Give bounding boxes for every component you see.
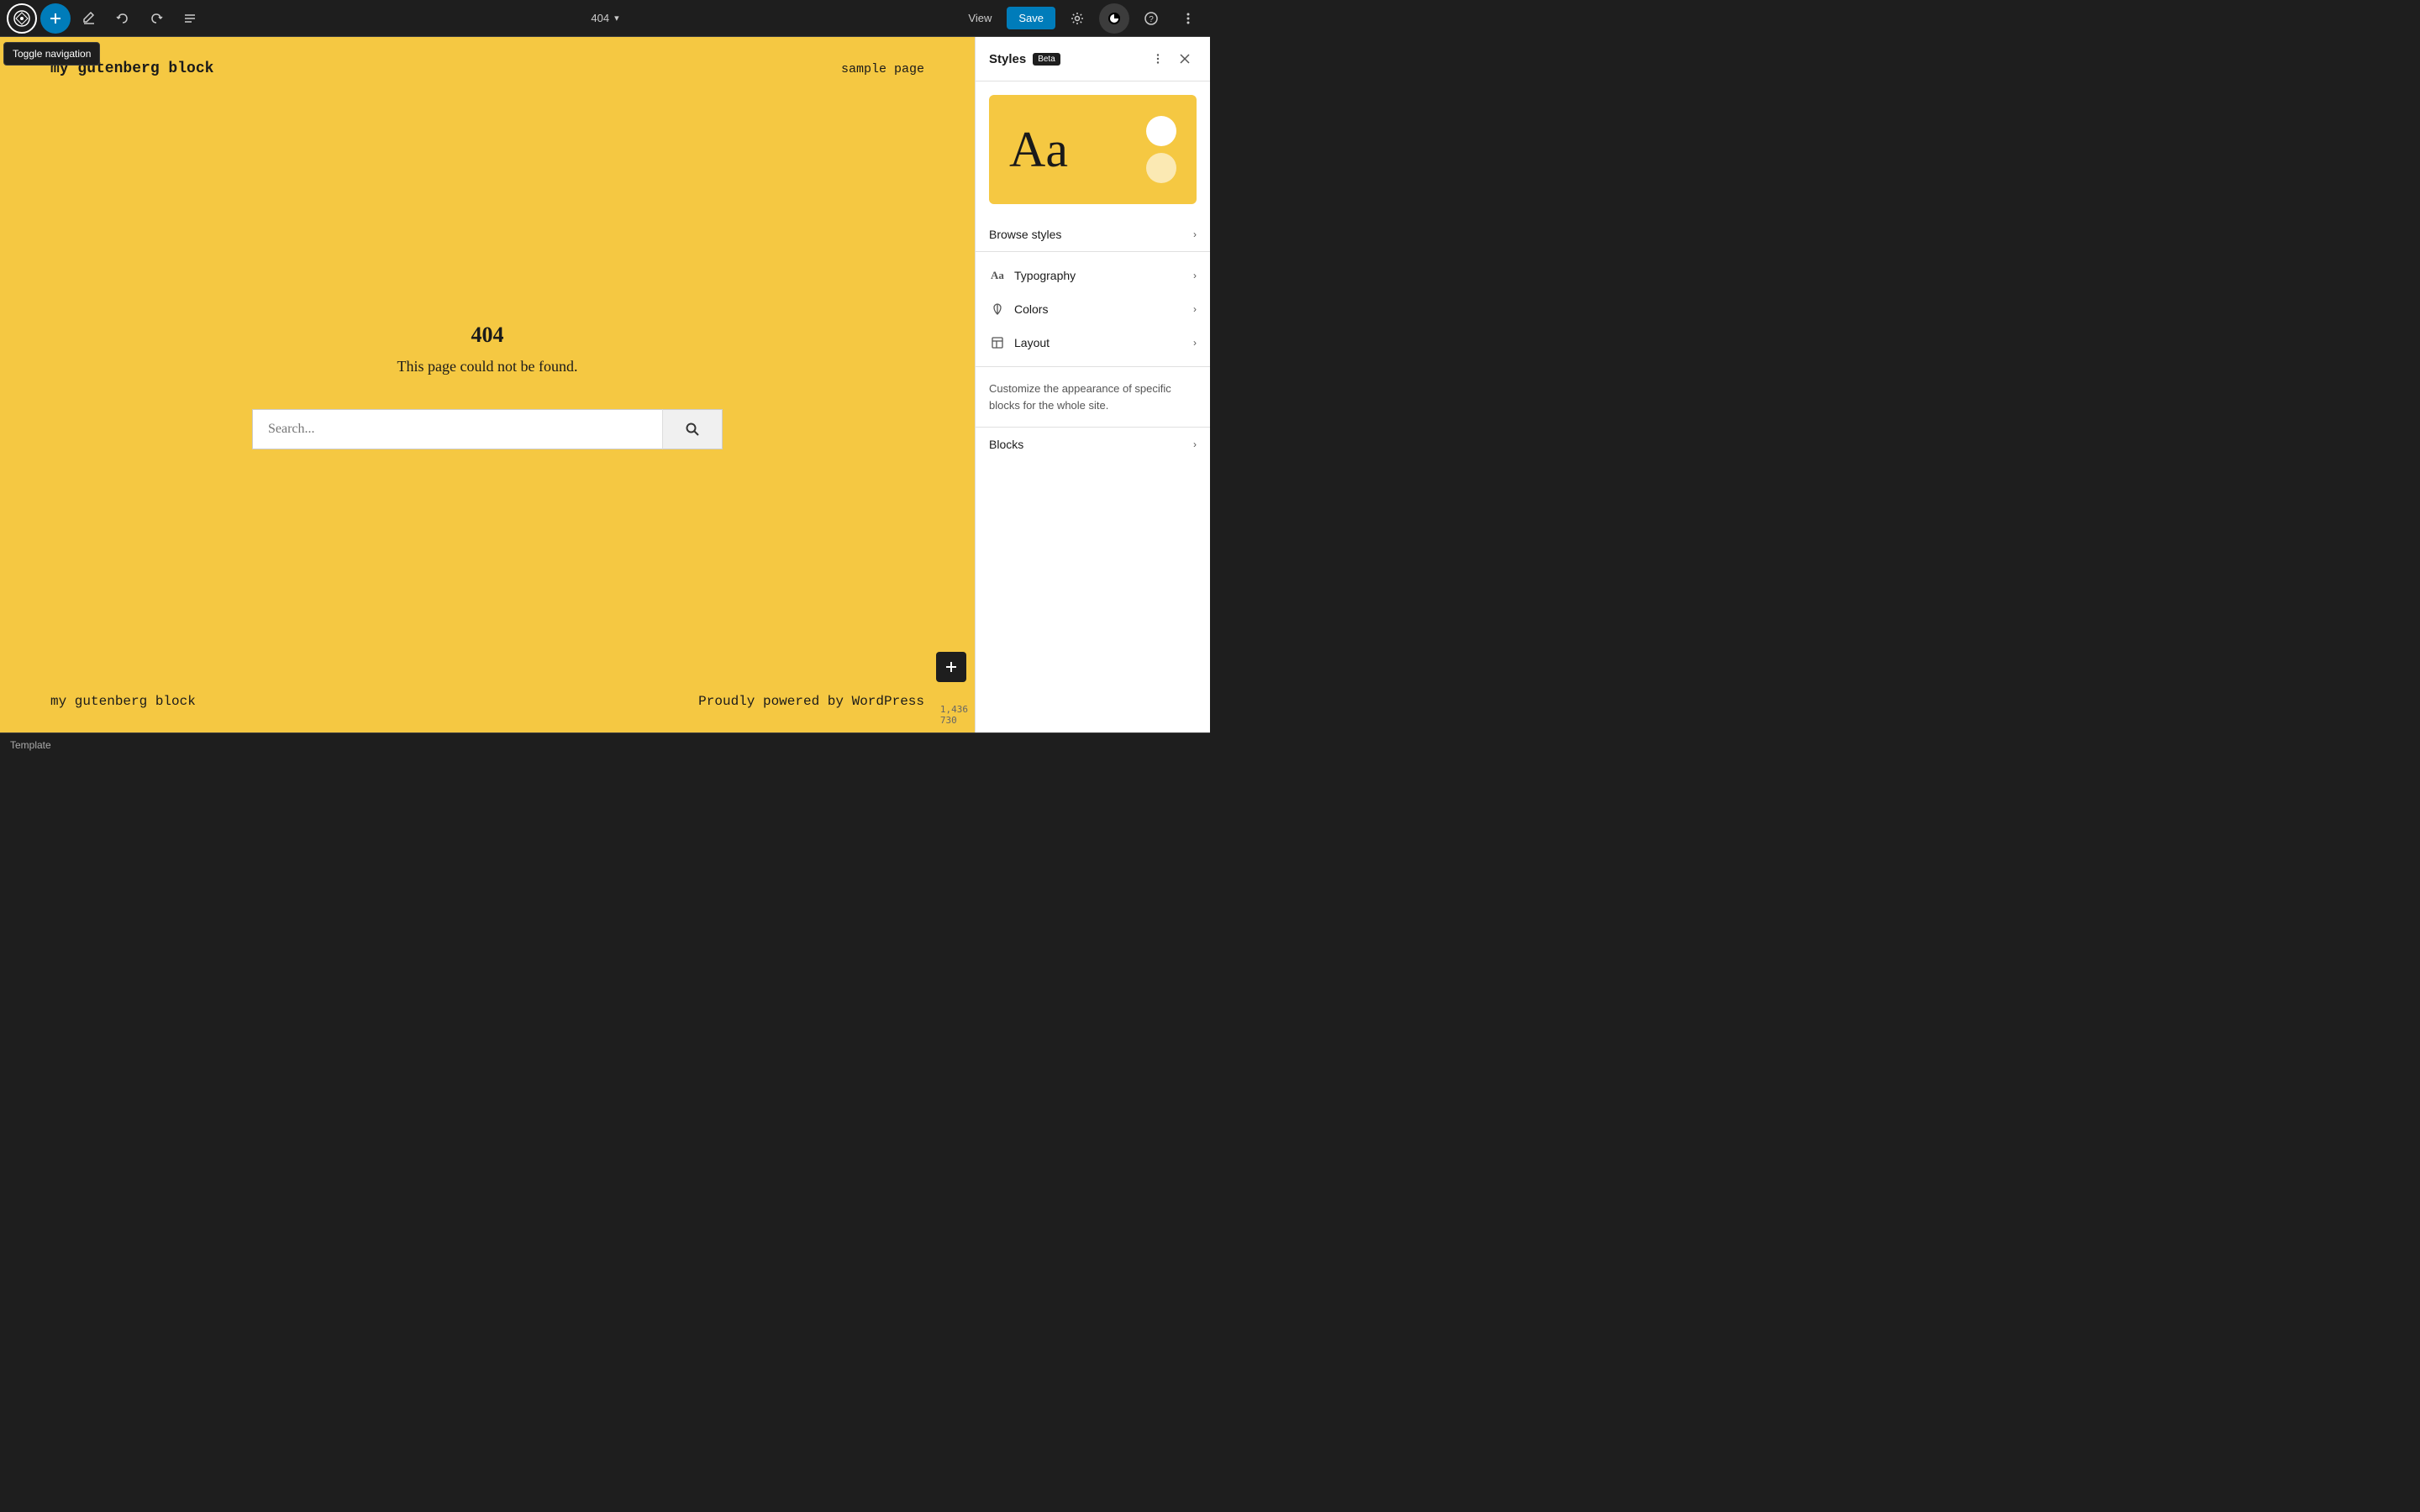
error-message: This page could not be found. xyxy=(397,358,578,375)
help-button[interactable]: ? xyxy=(1136,3,1166,34)
canvas-area: my gutenberg block sample page 404 This … xyxy=(0,37,975,732)
layout-label: Layout xyxy=(1014,336,1050,349)
error-code: 404 xyxy=(471,323,504,348)
svg-text:?: ? xyxy=(1149,15,1154,24)
toolbar-center: 404 ▾ xyxy=(582,7,627,29)
panel-header-right xyxy=(1146,47,1197,71)
toolbar: Toggle navigation 404 ▾ View Save xyxy=(0,0,1210,37)
status-template: Template xyxy=(10,739,51,751)
preview-circle-white xyxy=(1146,116,1176,146)
typography-chevron: › xyxy=(1193,270,1197,281)
edit-tool-button[interactable] xyxy=(74,3,104,34)
toolbar-right: View Save ? xyxy=(960,3,1203,34)
browse-styles-item[interactable]: Browse styles › xyxy=(976,218,1210,252)
search-area xyxy=(252,409,723,449)
toggle-navigation-tooltip: Toggle navigation xyxy=(3,42,100,66)
panel-more-button[interactable] xyxy=(1146,47,1170,71)
site-header: my gutenberg block sample page xyxy=(0,37,975,94)
wordpress-logo[interactable] xyxy=(7,3,37,34)
add-block-toolbar-button[interactable] xyxy=(40,3,71,34)
error-content: 404 This page could not be found. xyxy=(0,94,975,677)
nav-link[interactable]: sample page xyxy=(841,62,924,76)
typography-label: Typography xyxy=(1014,269,1076,282)
site-footer: my gutenberg block Proudly powered by Wo… xyxy=(0,677,975,732)
preview-circle-light xyxy=(1146,153,1176,183)
redo-button[interactable] xyxy=(141,3,171,34)
colors-nav-item[interactable]: Colors › xyxy=(976,292,1210,326)
add-block-canvas-button[interactable] xyxy=(936,652,966,682)
panel-title: Styles xyxy=(989,52,1026,66)
panel-nav: Aa Typography › Colors › xyxy=(976,252,1210,367)
style-preview: Aa xyxy=(989,95,1197,204)
browse-styles-label: Browse styles xyxy=(989,228,1061,241)
page-title-text: 404 xyxy=(591,12,609,24)
colors-label: Colors xyxy=(1014,302,1048,316)
toolbar-left: Toggle navigation xyxy=(7,3,205,34)
save-button[interactable]: Save xyxy=(1007,7,1055,29)
layout-icon xyxy=(989,334,1006,351)
styles-panel: Styles Beta Aa Browse styles › xyxy=(975,37,1210,732)
footer-powered-by: Proudly powered by WordPress xyxy=(698,694,924,709)
settings-button[interactable] xyxy=(1062,3,1092,34)
canvas-coordinates: 1,436 730 xyxy=(940,704,968,726)
typography-nav-item[interactable]: Aa Typography › xyxy=(976,259,1210,292)
layout-chevron: › xyxy=(1193,337,1197,349)
panel-close-button[interactable] xyxy=(1173,47,1197,71)
site-nav: sample page xyxy=(841,61,924,76)
search-input[interactable] xyxy=(252,409,662,449)
document-overview-button[interactable] xyxy=(175,3,205,34)
search-submit-button[interactable] xyxy=(662,409,723,449)
page-title-button[interactable]: 404 ▾ xyxy=(582,7,627,29)
canvas-content: my gutenberg block sample page 404 This … xyxy=(0,37,975,732)
panel-header: Styles Beta xyxy=(976,37,1210,81)
footer-site-title: my gutenberg block xyxy=(50,694,196,709)
status-bar: Template xyxy=(0,732,1210,756)
more-options-button[interactable] xyxy=(1173,3,1203,34)
styles-button[interactable] xyxy=(1099,3,1129,34)
beta-badge: Beta xyxy=(1033,53,1060,66)
typography-icon: Aa xyxy=(989,267,1006,284)
layout-nav-item[interactable]: Layout › xyxy=(976,326,1210,360)
typography-nav-left: Aa Typography xyxy=(989,267,1076,284)
browse-styles-chevron: › xyxy=(1193,228,1197,240)
colors-chevron: › xyxy=(1193,303,1197,315)
panel-header-left: Styles Beta xyxy=(989,52,1060,66)
preview-typography: Aa xyxy=(1009,121,1068,179)
layout-nav-left: Layout xyxy=(989,334,1050,351)
main-layout: my gutenberg block sample page 404 This … xyxy=(0,37,1210,732)
page-title-chevron: ▾ xyxy=(614,13,619,24)
colors-nav-left: Colors xyxy=(989,301,1048,318)
blocks-nav-item[interactable]: Blocks › xyxy=(976,428,1210,461)
blocks-chevron: › xyxy=(1193,438,1197,450)
colors-icon xyxy=(989,301,1006,318)
undo-button[interactable] xyxy=(108,3,138,34)
view-button[interactable]: View xyxy=(960,7,1000,29)
preview-circles xyxy=(1146,116,1176,183)
blocks-label: Blocks xyxy=(989,438,1023,451)
customize-text: Customize the appearance of specific blo… xyxy=(976,367,1210,428)
